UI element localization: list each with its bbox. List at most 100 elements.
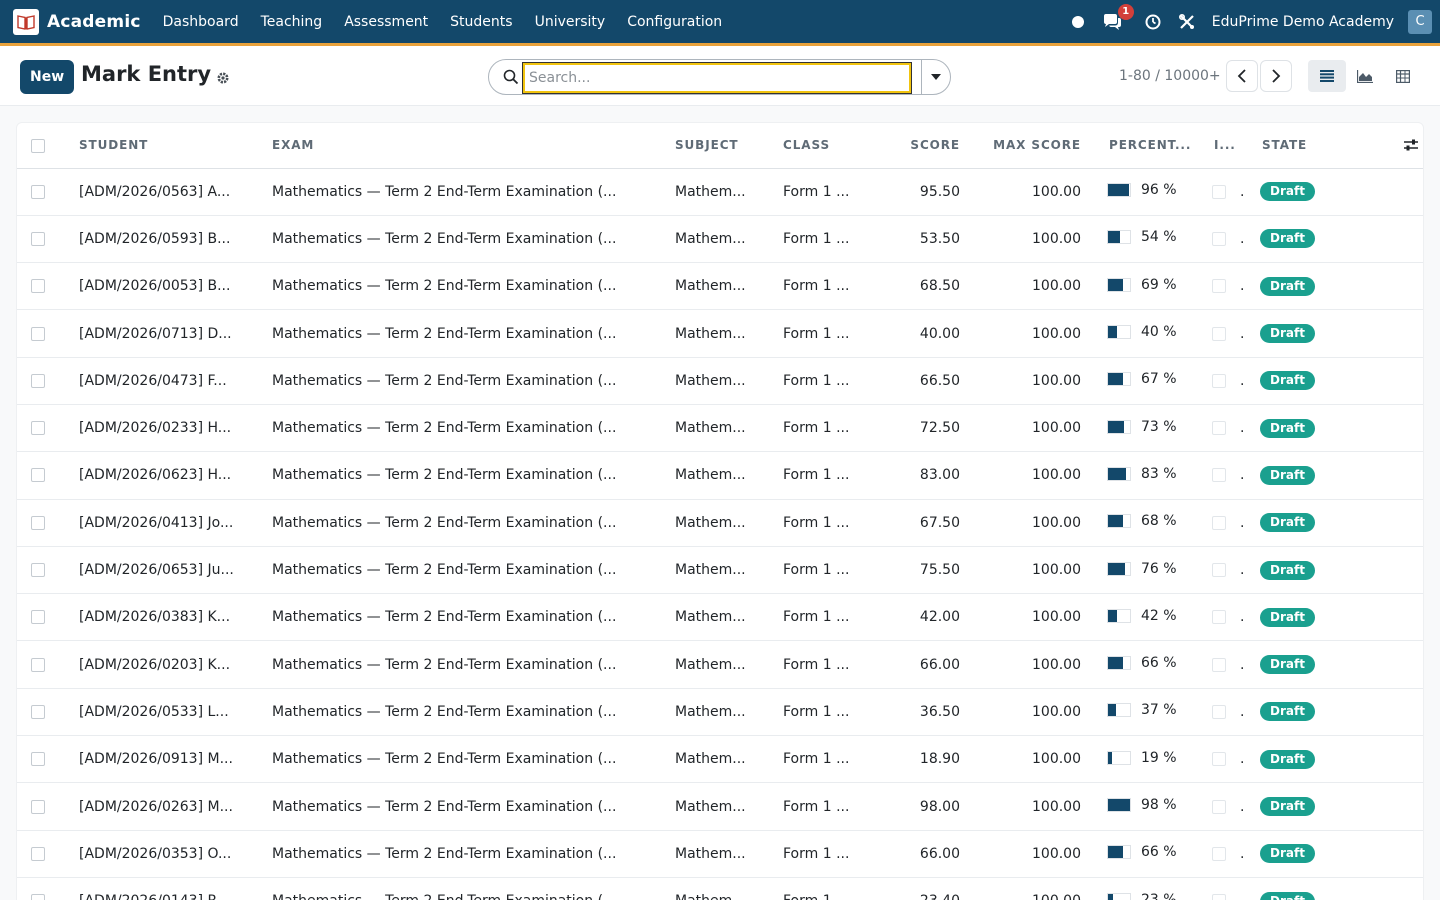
max-score-cell[interactable]: 100.00 <box>968 215 1089 264</box>
max-score-cell[interactable]: 100.00 <box>968 168 1089 216</box>
pager-next-button[interactable] <box>1260 60 1292 92</box>
percentage-cell[interactable]: 19 % <box>1089 735 1212 784</box>
company-name[interactable]: EduPrime Demo Academy <box>1212 14 1394 30</box>
chat-icon[interactable]: 1 <box>1102 3 1134 32</box>
score-cell[interactable]: 72.50 <box>875 404 968 453</box>
row-flag-checkbox[interactable] <box>1212 610 1226 625</box>
max-score-cell[interactable]: 100.00 <box>968 546 1089 595</box>
graph-view-button[interactable] <box>1346 60 1384 92</box>
subject-cell[interactable]: Mathem... <box>659 357 767 405</box>
pivot-view-button[interactable] <box>1384 60 1422 92</box>
max-score-cell[interactable]: 100.00 <box>968 593 1089 642</box>
max-score-cell[interactable]: 100.00 <box>968 877 1089 900</box>
student-cell[interactable]: [ADM/2026/0473] F... <box>61 357 256 405</box>
row-checkbox[interactable] <box>31 373 45 388</box>
exam-cell[interactable]: Mathematics — Term 2 End-Term Examinatio… <box>256 546 659 595</box>
subject-cell[interactable]: Mathem... <box>659 404 767 453</box>
table-row[interactable]: [ADM/2026/0203] K... Mathematics — Term … <box>17 640 1423 689</box>
percentage-cell[interactable]: 40 % <box>1089 309 1212 358</box>
score-cell[interactable]: 67.50 <box>875 499 968 547</box>
user-avatar[interactable]: C <box>1408 9 1432 34</box>
subject-cell[interactable]: Mathem... <box>659 262 767 311</box>
status-dot-icon[interactable] <box>1068 12 1088 32</box>
percentage-cell[interactable]: 73 % <box>1089 404 1212 453</box>
score-cell[interactable]: 40.00 <box>875 309 968 358</box>
max-score-cell[interactable]: 100.00 <box>968 451 1089 500</box>
student-cell[interactable]: [ADM/2026/0413] Jo... <box>61 499 256 547</box>
max-score-cell[interactable]: 100.00 <box>968 357 1089 405</box>
subject-cell[interactable]: Mathem... <box>659 215 767 264</box>
student-cell[interactable]: [ADM/2026/0623] H... <box>61 451 256 500</box>
row-checkbox[interactable] <box>31 752 45 767</box>
exam-cell[interactable]: Mathematics — Term 2 End-Term Examinatio… <box>256 309 659 358</box>
class-cell[interactable]: Form 1 ... <box>767 640 875 689</box>
row-checkbox[interactable] <box>31 515 45 530</box>
exam-cell[interactable]: Mathematics — Term 2 End-Term Examinatio… <box>256 593 659 642</box>
student-cell[interactable]: [ADM/2026/0713] D... <box>61 309 256 358</box>
list-view-button[interactable] <box>1308 60 1346 92</box>
row-checkbox[interactable] <box>31 610 45 625</box>
subject-cell[interactable]: Mathem... <box>659 546 767 595</box>
row-flag-checkbox[interactable] <box>1212 231 1226 246</box>
select-all-checkbox[interactable] <box>31 138 45 153</box>
row-flag-checkbox[interactable] <box>1212 563 1226 578</box>
row-checkbox[interactable] <box>31 563 45 578</box>
student-cell[interactable]: [ADM/2026/0593] B... <box>61 215 256 264</box>
max-score-cell[interactable]: 100.00 <box>968 688 1089 737</box>
table-row[interactable]: [ADM/2026/0383] K... Mathematics — Term … <box>17 593 1423 642</box>
row-flag-checkbox[interactable] <box>1212 468 1226 483</box>
percentage-cell[interactable]: 37 % <box>1089 688 1212 737</box>
percentage-cell[interactable]: 69 % <box>1089 262 1212 311</box>
percentage-cell[interactable]: 54 % <box>1089 215 1212 264</box>
max-score-cell[interactable]: 100.00 <box>968 404 1089 453</box>
exam-cell[interactable]: Mathematics — Term 2 End-Term Examinatio… <box>256 688 659 737</box>
exam-cell[interactable]: Mathematics — Term 2 End-Term Examinatio… <box>256 735 659 784</box>
subject-cell[interactable]: Mathem... <box>659 688 767 737</box>
row-flag-checkbox[interactable] <box>1212 515 1226 530</box>
subject-cell[interactable]: Mathem... <box>659 830 767 878</box>
column-header-score[interactable]: SCORE <box>875 123 968 169</box>
subject-cell[interactable]: Mathem... <box>659 877 767 900</box>
table-row[interactable]: [ADM/2026/0593] B... Mathematics — Term … <box>17 215 1423 264</box>
column-header-i[interactable]: I... <box>1212 123 1252 169</box>
max-score-cell[interactable]: 100.00 <box>968 782 1089 831</box>
score-cell[interactable]: 36.50 <box>875 688 968 737</box>
column-header-max-score[interactable]: MAX SCORE <box>968 123 1089 169</box>
row-checkbox[interactable] <box>31 231 45 246</box>
class-cell[interactable]: Form 1 ... <box>767 357 875 405</box>
row-flag-checkbox[interactable] <box>1212 752 1226 767</box>
class-cell[interactable]: Form 1 ... <box>767 404 875 453</box>
table-row[interactable]: [ADM/2026/0413] Jo... Mathematics — Term… <box>17 499 1423 547</box>
table-row[interactable]: [ADM/2026/0473] F... Mathematics — Term … <box>17 357 1423 405</box>
clock-icon[interactable] <box>1143 12 1163 32</box>
menu-item-students[interactable]: Students <box>439 14 523 30</box>
class-cell[interactable]: Form 1 ... <box>767 451 875 500</box>
class-cell[interactable]: Form 1 ... <box>767 877 875 900</box>
book-icon[interactable] <box>13 8 39 35</box>
exam-cell[interactable]: Mathematics — Term 2 End-Term Examinatio… <box>256 830 659 878</box>
row-checkbox[interactable] <box>31 846 45 861</box>
row-flag-checkbox[interactable] <box>1212 373 1226 388</box>
sliders-icon[interactable] <box>1364 138 1423 152</box>
exam-cell[interactable]: Mathematics — Term 2 End-Term Examinatio… <box>256 451 659 500</box>
max-score-cell[interactable]: 100.00 <box>968 499 1089 547</box>
row-flag-checkbox[interactable] <box>1212 421 1226 436</box>
percentage-cell[interactable]: 23 % <box>1089 877 1212 900</box>
percentage-cell[interactable]: 83 % <box>1089 451 1212 500</box>
student-cell[interactable]: [ADM/2026/0263] M... <box>61 782 256 831</box>
column-header-class[interactable]: CLASS <box>767 123 875 169</box>
search-options-toggle[interactable] <box>921 59 951 95</box>
row-checkbox[interactable] <box>31 421 45 436</box>
column-header-student[interactable]: STUDENT <box>61 123 256 169</box>
subject-cell[interactable]: Mathem... <box>659 499 767 547</box>
row-checkbox[interactable] <box>31 799 45 814</box>
class-cell[interactable]: Form 1 ... <box>767 782 875 831</box>
exam-cell[interactable]: Mathematics — Term 2 End-Term Examinatio… <box>256 215 659 264</box>
percentage-cell[interactable]: 67 % <box>1089 357 1212 405</box>
table-row[interactable]: [ADM/2026/0913] M... Mathematics — Term … <box>17 735 1423 784</box>
subject-cell[interactable]: Mathem... <box>659 168 767 216</box>
menu-item-university[interactable]: University <box>524 14 617 30</box>
subject-cell[interactable]: Mathem... <box>659 593 767 642</box>
app-name[interactable]: Academic <box>47 12 141 32</box>
exam-cell[interactable]: Mathematics — Term 2 End-Term Examinatio… <box>256 262 659 311</box>
